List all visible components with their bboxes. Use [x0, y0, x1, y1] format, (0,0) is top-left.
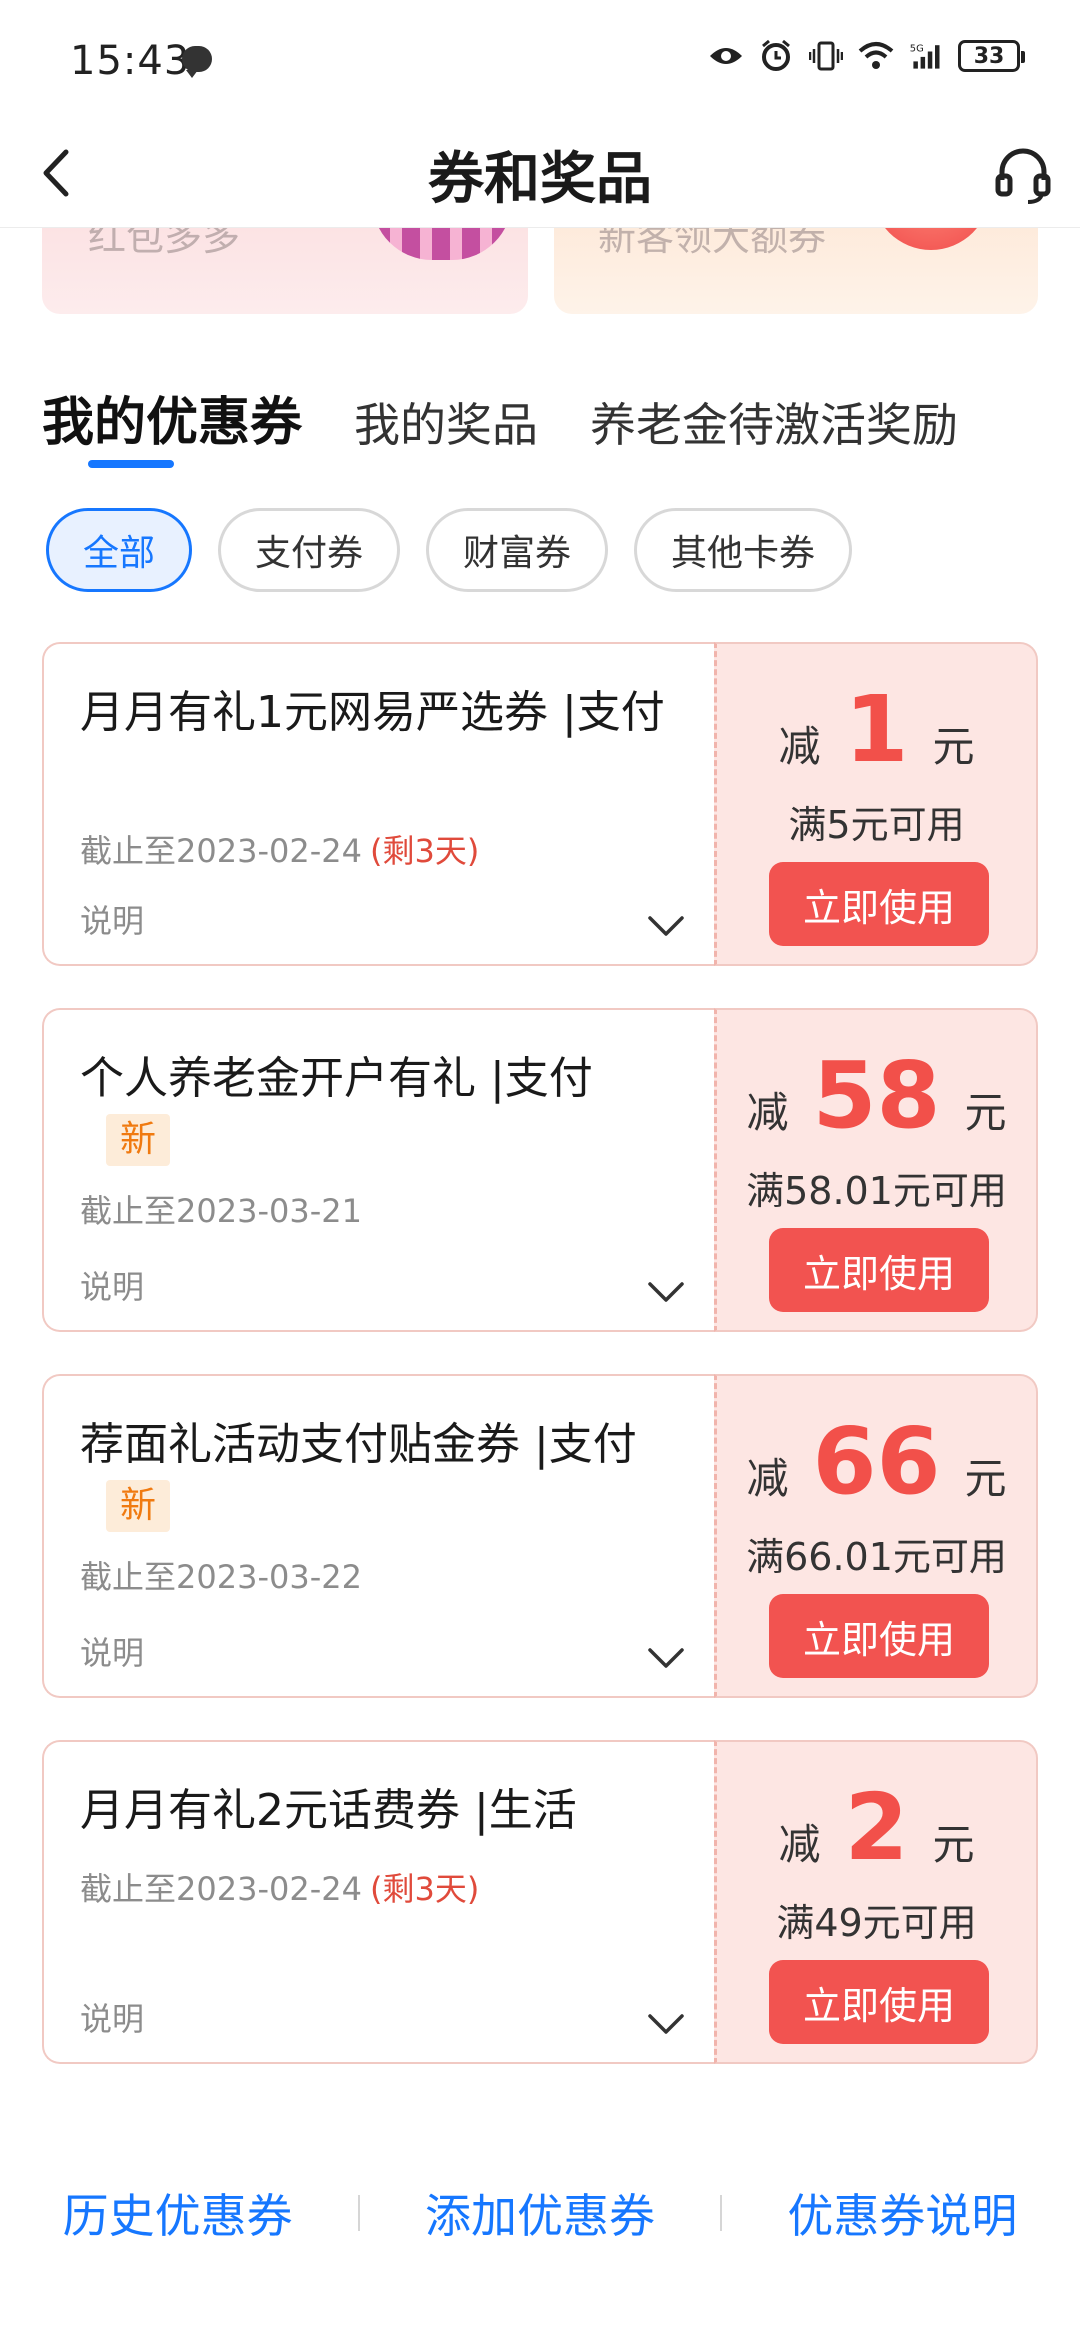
- amount-prefix: 减: [746, 1454, 789, 1503]
- coupon-amount-panel: 减 2 元 满49元可用 立即使用: [714, 1740, 1038, 2064]
- filter-other[interactable]: 其他卡券: [634, 508, 853, 592]
- coupon-amount-panel: 减 1 元 满5元可用 立即使用: [714, 642, 1038, 966]
- vibrate-icon: [808, 38, 844, 74]
- coupon-card: 月月有礼1元网易严选券 |支付 截止至2023-02-24 (剩3天) 说明 减 …: [42, 642, 1038, 966]
- alarm-icon: [758, 38, 794, 74]
- amount-prefix: 减: [778, 722, 821, 771]
- chat-bubble-icon: [182, 46, 212, 78]
- coupon-remaining: (剩3天): [369, 832, 480, 870]
- coupon-info[interactable]: 个人养老金开户有礼 |支付 新 截止至2023-03-21 说明: [42, 1008, 716, 1332]
- use-now-button[interactable]: 立即使用: [769, 862, 989, 946]
- tab-my-coupons[interactable]: 我的优惠券: [42, 380, 302, 455]
- active-tab-indicator: [88, 460, 174, 468]
- coupon-card: 个人养老金开户有礼 |支付 新 截止至2023-03-21 说明 减 58 元 …: [42, 1008, 1038, 1332]
- coupon-title-text: 荐面礼活动支付贴金券 |支付: [80, 1419, 637, 1470]
- use-now-button[interactable]: 立即使用: [769, 1960, 989, 2044]
- coupon-title-text: 个人养老金开户有礼 |支付: [80, 1053, 593, 1104]
- filter-all[interactable]: 全部: [46, 508, 193, 592]
- coupon-info[interactable]: 月月有礼2元话费券 |生活 截止至2023-02-24 (剩3天) 说明: [42, 1740, 716, 2064]
- amount-row: 减 58 元: [717, 1042, 1036, 1149]
- coupon-expiry: 截止至2023-03-22: [80, 1552, 362, 1598]
- history-coupons-link[interactable]: 历史优惠券: [63, 2180, 293, 2246]
- svg-text:5G: 5G: [910, 44, 924, 55]
- amount-unit: 元: [932, 722, 975, 771]
- new-badge: 新: [106, 1114, 171, 1166]
- status-time: 15:43: [70, 38, 191, 84]
- coupon-info[interactable]: 荐面礼活动支付贴金券 |支付 新 截止至2023-03-22 说明: [42, 1374, 716, 1698]
- coupon-desc-label[interactable]: 说明: [80, 1994, 144, 2040]
- tab-my-prizes[interactable]: 我的奖品: [354, 389, 538, 455]
- chevron-down-icon[interactable]: [646, 1642, 686, 1672]
- bottom-links: 历史优惠券 添加优惠券 优惠券说明: [0, 2180, 1080, 2246]
- nav-bar: 券和奖品: [0, 120, 1080, 228]
- filter-wealth[interactable]: 财富券: [426, 508, 609, 592]
- coupon-expiry: 截止至2023-02-24 (剩3天): [80, 1864, 479, 1910]
- coupon-desc-label[interactable]: 说明: [80, 1262, 144, 1308]
- filter-chips: 全部 支付券 财富券 其他卡券: [46, 508, 853, 592]
- coupon-title: 个人养老金开户有礼 |支付 新: [80, 1050, 680, 1166]
- amount-row: 减 2 元: [717, 1774, 1036, 1881]
- amount-unit: 元: [964, 1088, 1007, 1137]
- coupon-title: 荐面礼活动支付贴金券 |支付 新: [80, 1416, 680, 1532]
- amount-unit: 元: [932, 1820, 975, 1869]
- amount-row: 减 1 元: [717, 676, 1036, 783]
- use-now-button[interactable]: 立即使用: [769, 1594, 989, 1678]
- coupon-title: 月月有礼1元网易严选券 |支付: [80, 687, 665, 738]
- page-title: 券和奖品: [428, 147, 652, 212]
- coupon-date: 截止至2023-03-21: [80, 1192, 362, 1230]
- signal-5g-icon: 5G: [908, 38, 944, 74]
- divider: [720, 2195, 723, 2231]
- battery-icon: 33: [958, 40, 1025, 72]
- tab-pension-rewards[interactable]: 养老金待激活奖励: [590, 389, 958, 455]
- headset-icon[interactable]: [988, 140, 1058, 210]
- coupon-card: 月月有礼2元话费券 |生活 截止至2023-02-24 (剩3天) 说明 减 2 …: [42, 1740, 1038, 2064]
- amount-prefix: 减: [746, 1088, 789, 1137]
- coupon-remaining: (剩3天): [369, 1870, 480, 1908]
- coupon-amount-panel: 减 66 元 满66.01元可用 立即使用: [714, 1374, 1038, 1698]
- chevron-down-icon[interactable]: [646, 910, 686, 940]
- coupon-info[interactable]: 月月有礼1元网易严选券 |支付 截止至2023-02-24 (剩3天) 说明: [42, 642, 716, 966]
- amount-prefix: 减: [778, 1820, 821, 1869]
- amount-condition: 满66.01元可用: [746, 1535, 1007, 1579]
- amount-condition: 满49元可用: [776, 1901, 977, 1945]
- coupon-desc-label[interactable]: 说明: [80, 896, 144, 942]
- amount-value: 1: [844, 676, 909, 783]
- status-bar: 15:43 5G 33: [0, 0, 1080, 120]
- chevron-down-icon[interactable]: [646, 1276, 686, 1306]
- amount-value: 66: [812, 1408, 941, 1515]
- new-badge: 新: [106, 1480, 171, 1532]
- status-icons: 5G 33: [708, 38, 1025, 74]
- use-now-button[interactable]: 立即使用: [769, 1228, 989, 1312]
- wifi-icon: [858, 38, 894, 74]
- amount-value: 58: [812, 1042, 941, 1149]
- divider: [357, 2195, 360, 2231]
- amount-unit: 元: [964, 1454, 1007, 1503]
- amount-condition: 满58.01元可用: [746, 1169, 1007, 1213]
- coupon-date: 截止至2023-02-24: [80, 832, 362, 870]
- filter-payment[interactable]: 支付券: [218, 508, 401, 592]
- coupon-card: 荐面礼活动支付贴金券 |支付 新 截止至2023-03-22 说明 减 66 元…: [42, 1374, 1038, 1698]
- amount-value: 2: [844, 1774, 909, 1881]
- eye-icon: [708, 38, 744, 74]
- coupon-desc-label[interactable]: 说明: [80, 1628, 144, 1674]
- coupon-help-link[interactable]: 优惠券说明: [787, 2180, 1017, 2246]
- coupon-amount-panel: 减 58 元 满58.01元可用 立即使用: [714, 1008, 1038, 1332]
- coupon-expiry: 截止至2023-02-24 (剩3天): [80, 826, 479, 872]
- coupon-date: 截止至2023-03-22: [80, 1558, 362, 1596]
- coupon-title: 月月有礼2元话费券 |生活: [80, 1785, 577, 1836]
- add-coupon-link[interactable]: 添加优惠券: [425, 2180, 655, 2246]
- amount-row: 减 66 元: [717, 1408, 1036, 1515]
- coupon-expiry: 截止至2023-03-21: [80, 1186, 362, 1232]
- coupon-date: 截止至2023-02-24: [80, 1870, 362, 1908]
- main-tabs: 我的优惠券 我的奖品 养老金待激活奖励: [42, 380, 958, 455]
- chevron-down-icon[interactable]: [646, 2008, 686, 2038]
- amount-condition: 满5元可用: [788, 803, 965, 847]
